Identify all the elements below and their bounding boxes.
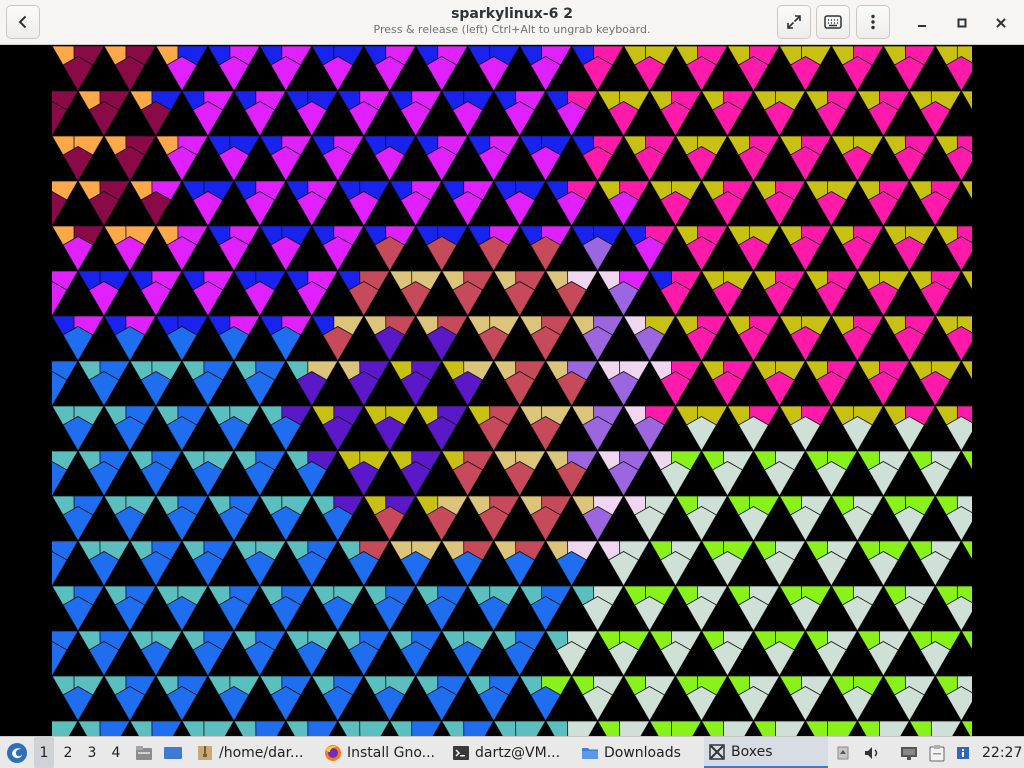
launcher-file-manager[interactable] [134,737,154,768]
volume-icon [865,746,878,759]
network-icon [901,746,917,760]
menu-button[interactable] [856,5,890,39]
tiling-rhombus [359,720,391,736]
maximize-icon [957,18,967,28]
launcher-desktop[interactable] [162,737,184,768]
task-terminal[interactable]: dartz@VM... [448,737,576,768]
tiling-rhombus [463,720,495,736]
clipboard-icon [929,744,945,761]
tiling-rhombus [774,720,807,736]
tiling-rhombus [960,270,972,291]
tiling-rhombus [960,180,972,201]
tiling-rhombus [411,720,443,736]
folder-icon [582,747,598,759]
task-label: dartz@VM... [475,744,561,761]
workspace-3[interactable]: 3 [82,737,102,768]
penrose-tiling-image [52,46,972,736]
tiling-rhombus [99,720,131,736]
guest-desktop-area[interactable] [52,46,972,736]
vm-display[interactable] [0,46,1024,736]
keyboard-icon [824,15,842,29]
header-bar: sparkylinux-6 2 Press & release (left) C… [0,0,1024,45]
boxes-icon [709,743,725,760]
tray-arrow-icon [837,746,849,759]
task-label: Install Gno... [347,744,435,761]
task-home-folder[interactable]: /home/dar... [192,737,316,768]
tiling-rhombus [960,630,972,651]
tiling-rhombus [960,720,972,736]
tray-scroll-button[interactable] [836,737,850,768]
keyboard-button[interactable] [816,5,850,39]
tiling-rhombus [151,720,183,736]
tiling-rhombus [619,720,651,736]
clock[interactable]: 22:27 [982,737,1022,768]
fullscreen-icon [787,15,801,29]
window-title: sparkylinux-6 2 [451,6,573,22]
minimize-button[interactable] [911,12,933,34]
close-button[interactable] [990,12,1012,34]
tiling-rhombus [515,720,547,736]
file-manager-icon [136,745,152,760]
close-icon [996,18,1006,28]
terminal-icon [453,745,469,760]
tiling-rhombus [723,720,755,736]
tiling-rhombus [671,720,703,736]
task-label: Downloads [604,744,681,761]
start-menu-button[interactable] [2,737,32,768]
updates-indicator[interactable] [954,737,972,768]
tiling-rhombus [826,720,859,736]
tiling-rhombus [960,540,972,561]
tiling-rhombus [203,720,235,736]
tiling-rhombus [960,360,972,381]
task-label: /home/dar... [219,744,304,761]
task-label: Boxes [731,743,773,760]
clipboard-indicator[interactable] [926,737,948,768]
tiling-rhombus [930,720,962,736]
sparky-logo-icon [7,742,27,763]
back-button[interactable] [6,5,40,39]
back-icon [18,15,27,29]
firefox-icon [325,744,341,761]
network-indicator[interactable] [898,737,920,768]
tiling-rhombus [960,90,972,111]
tiling-rhombus [567,720,599,736]
minimize-icon [918,25,926,27]
maximize-button[interactable] [951,12,973,34]
fullscreen-button[interactable] [777,5,811,39]
workspace-4[interactable]: 4 [106,737,126,768]
tiling-rhombus [878,720,911,736]
tiling-rhombus [960,450,972,471]
tiling-rhombus [307,720,339,736]
taskbar: 1 2 3 4 /home/dar... Install Gno... dart… [0,736,1024,768]
window-titles: sparkylinux-6 2 Press & release (left) C… [250,5,774,37]
archive-icon [198,745,212,760]
window-subtitle: Press & release (left) Ctrl+Alt to ungra… [373,23,651,36]
info-icon [957,746,969,759]
tiling-rhombus [255,720,287,736]
task-downloads[interactable]: Downloads [577,737,705,768]
tiling-rhombus [52,720,79,736]
show-desktop-icon [164,746,182,759]
workspace-1[interactable]: 1 [34,737,54,768]
menu-icon [871,14,875,30]
task-firefox[interactable]: Install Gno... [320,737,446,768]
volume-control[interactable] [862,737,882,768]
task-boxes[interactable]: Boxes [704,737,828,768]
workspace-2[interactable]: 2 [58,737,78,768]
